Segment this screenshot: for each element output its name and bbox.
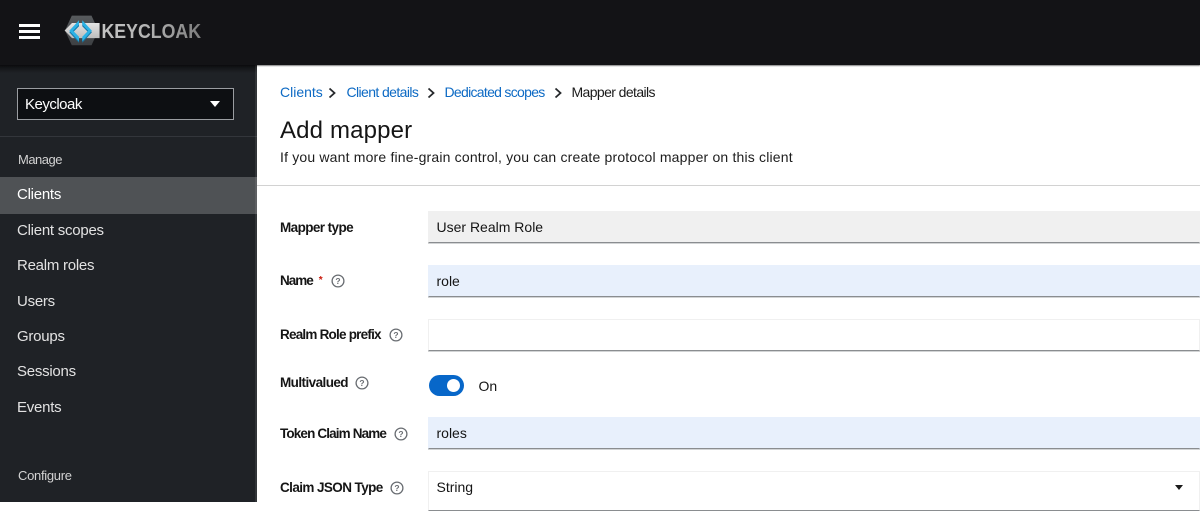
svg-text:KEYCLOAK: KEYCLOAK (102, 21, 202, 43)
svg-text:?: ? (360, 378, 365, 388)
svg-text:?: ? (398, 429, 403, 439)
svg-text:?: ? (393, 330, 398, 340)
svg-text:?: ? (335, 276, 340, 286)
svg-text:?: ? (394, 483, 399, 493)
